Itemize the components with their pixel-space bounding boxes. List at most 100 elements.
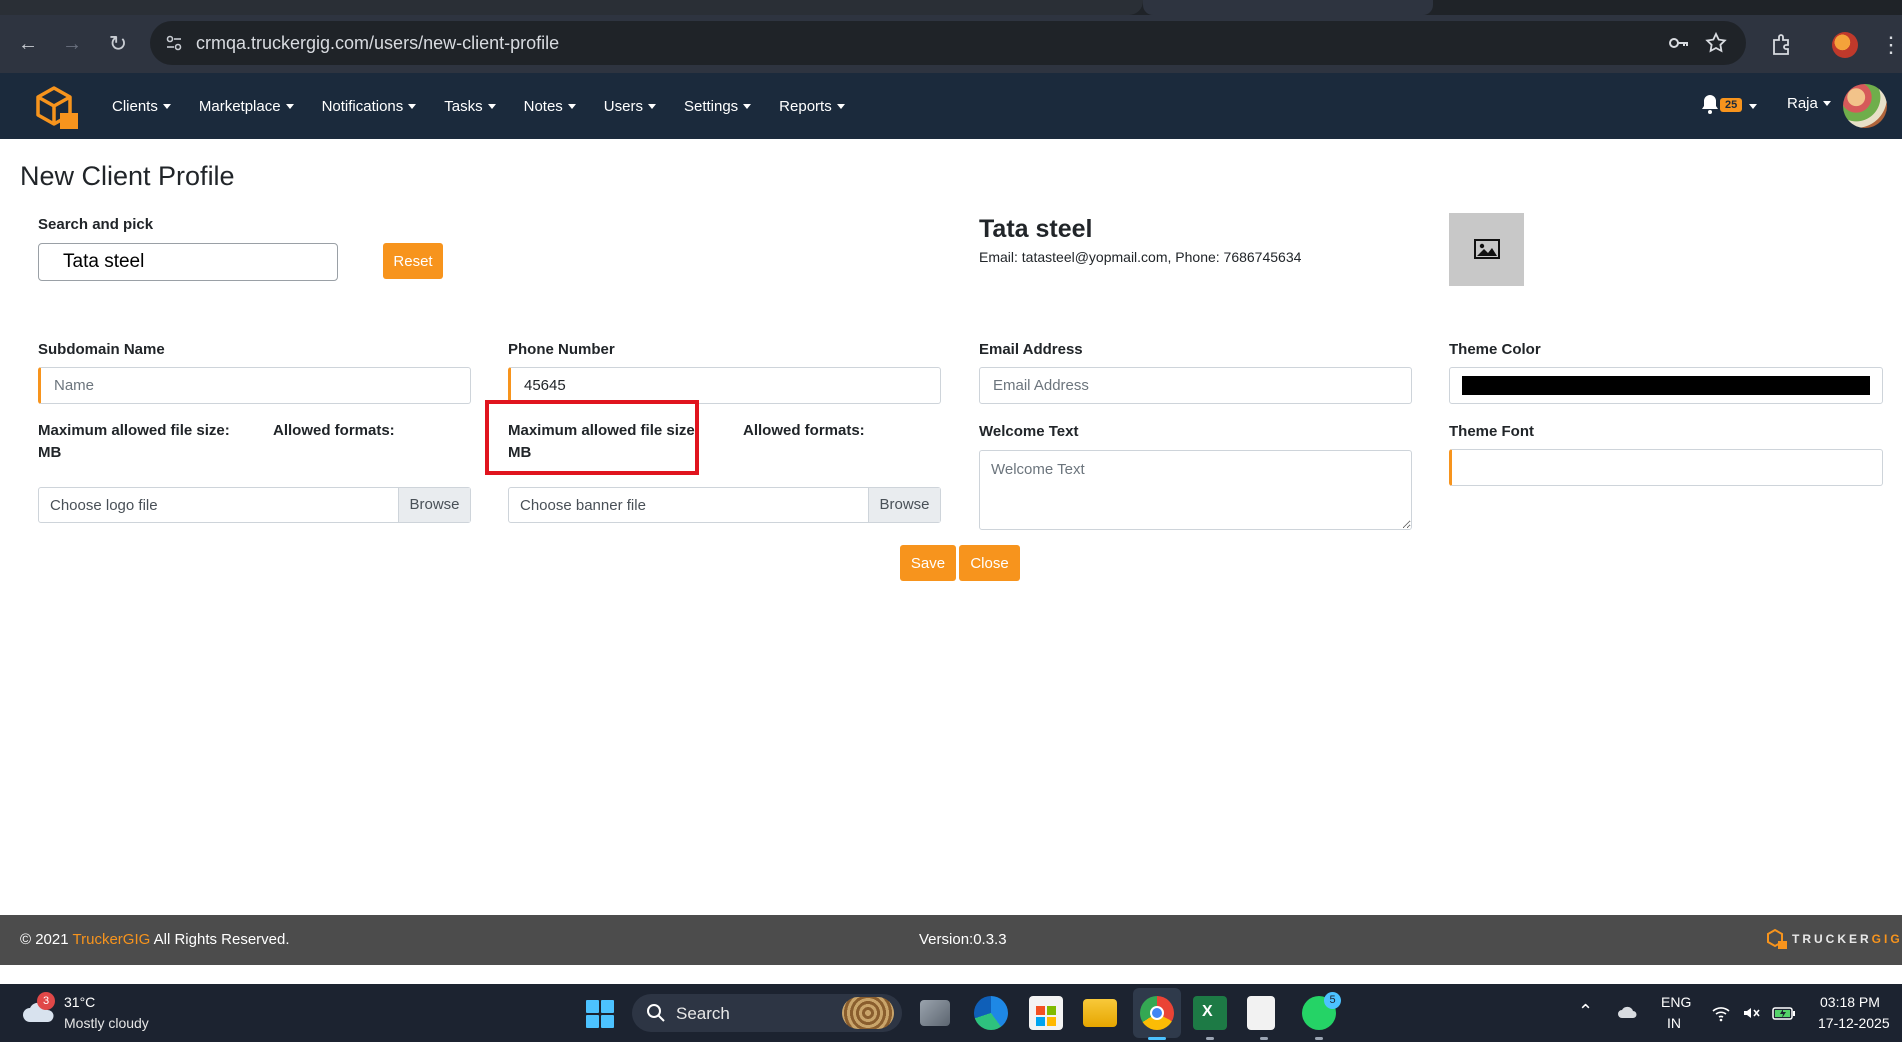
phone-input[interactable]: [508, 367, 941, 404]
footer-version: Version:0.3.3: [919, 931, 1007, 948]
weather-description[interactable]: Mostly cloudy: [64, 1015, 149, 1031]
user-menu[interactable]: Raja: [1787, 95, 1831, 112]
reset-button[interactable]: Reset: [383, 243, 443, 279]
search-input[interactable]: [38, 243, 338, 281]
browser-tab[interactable]: [0, 0, 1143, 15]
key-icon[interactable]: [1666, 31, 1690, 55]
menu-settings[interactable]: Settings: [684, 98, 752, 115]
task-view-icon[interactable]: [920, 1000, 950, 1026]
menu-users[interactable]: Users: [604, 98, 656, 115]
logo-browse-button[interactable]: Browse: [398, 488, 470, 522]
excel-icon[interactable]: X: [1193, 996, 1227, 1030]
caret-down-icon: [487, 103, 496, 109]
onedrive-icon[interactable]: [1618, 1003, 1638, 1023]
star-icon[interactable]: [1704, 31, 1728, 55]
forward-icon[interactable]: →: [58, 30, 86, 58]
browser-toolbar: ← → ↻ crmqa.truckergig.com/users/new-cli…: [0, 15, 1902, 73]
notification-count-badge[interactable]: 25: [1720, 98, 1743, 112]
language-top[interactable]: ENG: [1661, 994, 1691, 1010]
store-icon[interactable]: [1029, 996, 1063, 1030]
excel-running-indicator: [1206, 1037, 1214, 1040]
address-bar[interactable]: crmqa.truckergig.com/users/new-client-pr…: [150, 21, 1746, 65]
save-button[interactable]: Save: [900, 545, 956, 581]
highlight-annotation: [485, 400, 699, 475]
phone-label: Phone Number: [508, 341, 615, 358]
user-name[interactable]: Raja: [1787, 95, 1818, 112]
store-square-icon: [1047, 1006, 1056, 1015]
banner-file-input[interactable]: Choose banner file Browse: [508, 487, 941, 523]
truckergig-logo-icon[interactable]: [32, 83, 82, 131]
store-square-icon: [1047, 1017, 1056, 1026]
reload-icon[interactable]: ↻: [104, 30, 132, 58]
store-square-icon: [1036, 1017, 1045, 1026]
theme-font-input[interactable]: [1449, 449, 1883, 486]
store-square-icon: [1036, 1006, 1045, 1015]
menu-tasks[interactable]: Tasks: [444, 98, 496, 115]
caret-down-icon: [408, 103, 417, 109]
url-text[interactable]: crmqa.truckergig.com/users/new-client-pr…: [196, 33, 559, 54]
file-explorer-icon[interactable]: [1083, 999, 1117, 1027]
windows-taskbar: 3 31°C Mostly cloudy Search X 5 ⌃ ENG IN: [0, 984, 1902, 1042]
chrome-icon[interactable]: [1140, 996, 1174, 1030]
subdomain-label: Subdomain Name: [38, 341, 165, 358]
theme-font-label: Theme Font: [1449, 423, 1534, 440]
wifi-icon[interactable]: [1711, 1003, 1731, 1023]
caret-down-icon: [743, 103, 752, 109]
banner-file-placeholder: Choose banner file: [520, 497, 646, 514]
battery-charging-icon[interactable]: [1772, 1003, 1796, 1023]
caret-down-icon[interactable]: [1749, 104, 1757, 109]
clock-time[interactable]: 03:18 PM: [1820, 994, 1880, 1010]
truckergig-footer-logo-icon: [1767, 928, 1787, 949]
menu-clients[interactable]: Clients: [112, 98, 171, 115]
more-menu-icon[interactable]: ⋮: [1880, 30, 1902, 60]
whatsapp-running-indicator: [1315, 1037, 1323, 1040]
theme-color-label: Theme Color: [1449, 341, 1541, 358]
avatar[interactable]: [1843, 84, 1887, 128]
page-title: New Client Profile: [20, 161, 235, 191]
menu-reports[interactable]: Reports: [779, 98, 845, 115]
menu-notes[interactable]: Notes: [524, 98, 576, 115]
footer-copyright: © 2021 TruckerGIG All Rights Reserved.: [20, 931, 290, 948]
edge-icon[interactable]: [974, 996, 1008, 1030]
welcome-text-input[interactable]: [979, 450, 1412, 530]
subdomain-input[interactable]: [38, 367, 471, 404]
site-settings-icon[interactable]: [164, 33, 184, 53]
menu-marketplace[interactable]: Marketplace: [199, 98, 294, 115]
chevron-up-icon[interactable]: ⌃: [1578, 1001, 1593, 1022]
close-button[interactable]: Close: [959, 545, 1020, 581]
windows-start-icon[interactable]: [586, 1000, 614, 1028]
bell-icon[interactable]: [1700, 93, 1720, 115]
caret-down-icon: [162, 103, 171, 109]
caret-down-icon: [285, 103, 294, 109]
snipping-running-indicator: [1260, 1037, 1268, 1040]
profile-icon[interactable]: [1832, 32, 1858, 58]
theme-color-swatch[interactable]: [1462, 376, 1870, 395]
company-logo-placeholder: [1449, 213, 1524, 286]
footer-brand-link[interactable]: TruckerGIG: [73, 931, 151, 948]
company-name: Tata steel: [979, 215, 1093, 243]
browser-tab-active[interactable]: [1143, 0, 1433, 15]
caret-down-icon: [1822, 101, 1831, 106]
search-icon: [647, 1004, 665, 1022]
extensions-icon[interactable]: [1766, 30, 1796, 60]
language-bottom[interactable]: IN: [1667, 1015, 1681, 1031]
email-input[interactable]: [979, 367, 1412, 404]
logo-max-size-label: Maximum allowed file size: MB: [38, 422, 230, 461]
snipping-tool-icon[interactable]: [1247, 996, 1275, 1030]
volume-muted-icon[interactable]: [1741, 1003, 1761, 1023]
welcome-text-label: Welcome Text: [979, 423, 1079, 440]
main-menu: Clients Marketplace Notifications Tasks …: [112, 73, 845, 139]
menu-notifications[interactable]: Notifications: [322, 98, 417, 115]
logo-file-input[interactable]: Choose logo file Browse: [38, 487, 471, 523]
weather-temperature[interactable]: 31°C: [64, 994, 95, 1010]
banner-browse-button[interactable]: Browse: [868, 488, 940, 522]
taskbar-search[interactable]: Search: [632, 994, 902, 1032]
taskbar-search-label: Search: [676, 1004, 730, 1023]
theme-color-picker[interactable]: [1449, 367, 1883, 404]
clock-date[interactable]: 17-12-2025: [1818, 1015, 1890, 1031]
app-navbar: Clients Marketplace Notifications Tasks …: [0, 73, 1902, 139]
caret-down-icon: [647, 103, 656, 109]
weather-alert-badge: 3: [37, 992, 55, 1010]
back-icon[interactable]: ←: [14, 30, 42, 58]
caret-down-icon: [836, 103, 845, 109]
